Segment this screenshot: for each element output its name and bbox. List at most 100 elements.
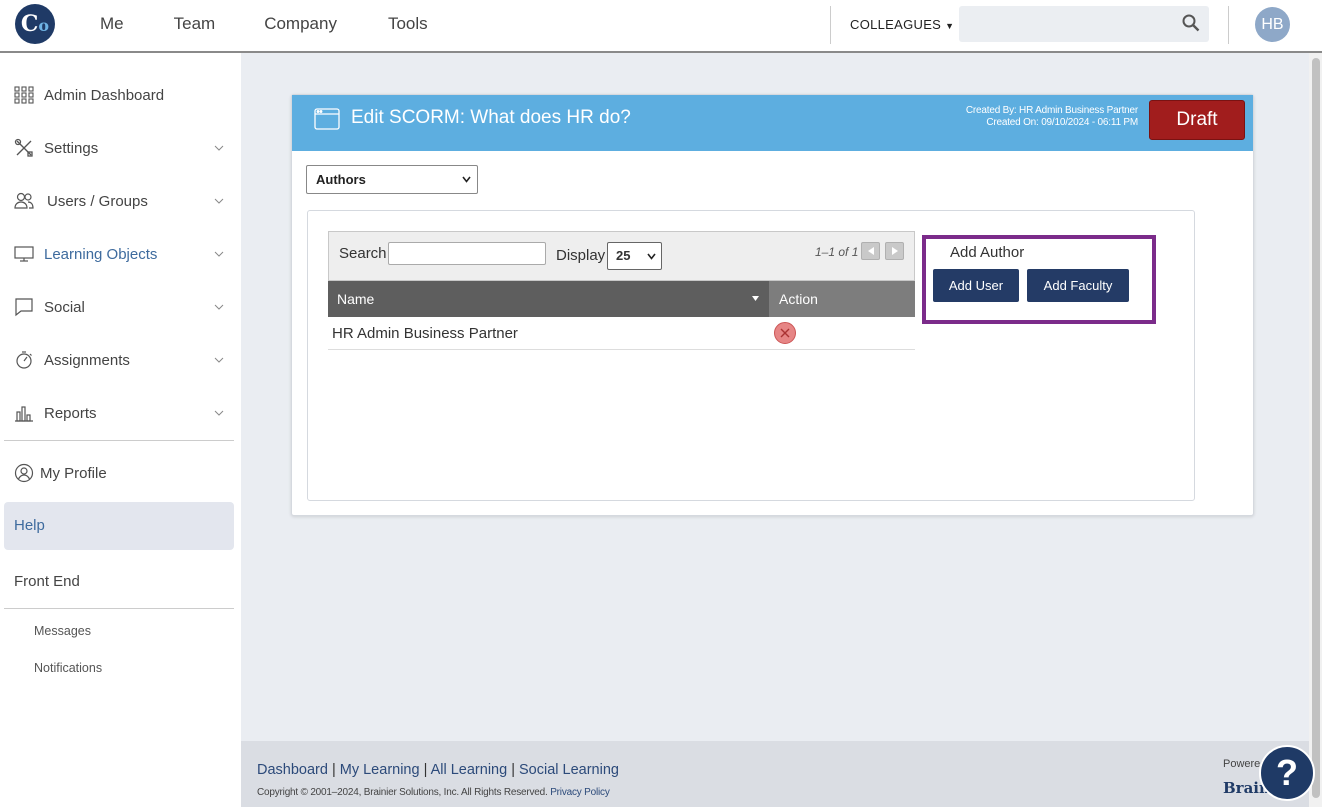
draft-status-button[interactable]: Draft: [1149, 100, 1245, 140]
pager-prev-button[interactable]: [861, 242, 880, 260]
remove-author-button[interactable]: [774, 322, 796, 344]
sidebar-item-label: Assignments: [44, 351, 130, 369]
page-footer: Dashboard | My Learning | All Learning |…: [241, 741, 1309, 807]
footer-link-dashboard[interactable]: Dashboard: [257, 762, 328, 778]
sidebar-item-settings[interactable]: Settings: [14, 133, 226, 163]
sidebar-item-messages[interactable]: Messages: [34, 624, 91, 638]
sidebar-item-assignments[interactable]: Assignments: [14, 345, 226, 375]
footer-link-social-learning[interactable]: Social Learning: [519, 762, 619, 778]
colleagues-label: COLLEAGUES: [850, 17, 942, 32]
bar-chart-icon: [15, 406, 33, 422]
sidebar-item-label: My Profile: [40, 464, 107, 482]
brand-logo[interactable]: Co: [15, 4, 55, 44]
footer-link-all-learning[interactable]: All Learning: [431, 762, 508, 778]
scrollbar-thumb[interactable]: [1312, 58, 1320, 798]
pager-status: 1–1 of 1: [815, 245, 859, 259]
privacy-policy-link[interactable]: Privacy Policy: [550, 787, 610, 798]
sidebar-item-label: Social: [44, 298, 85, 316]
caret-down-icon: ▼: [945, 21, 955, 31]
column-header-action: Action: [769, 281, 915, 317]
column-header-name[interactable]: Name: [328, 281, 769, 317]
sidebar-item-notifications[interactable]: Notifications: [34, 661, 102, 675]
sidebar: Admin Dashboard Settings Users / Groups …: [0, 53, 241, 807]
chevron-down-icon: [214, 357, 224, 363]
chevron-down-icon: [214, 251, 224, 257]
triangle-right-icon: [892, 247, 898, 255]
avatar[interactable]: HB: [1255, 7, 1290, 42]
sidebar-item-reports[interactable]: Reports: [14, 398, 226, 428]
nav-company[interactable]: Company: [264, 0, 337, 50]
nav-me[interactable]: Me: [100, 0, 124, 50]
nav-tools[interactable]: Tools: [388, 0, 428, 50]
sidebar-item-users-groups[interactable]: Users / Groups: [14, 186, 226, 216]
column-header-name-label: Name: [337, 291, 375, 307]
colleagues-dropdown[interactable]: COLLEAGUES ▼: [850, 17, 954, 32]
sidebar-item-label: Users / Groups: [47, 192, 148, 210]
nav-divider: [830, 6, 831, 44]
sort-down-icon: [752, 296, 759, 301]
sidebar-item-label: Reports: [44, 404, 97, 422]
sidebar-item-front-end[interactable]: Front End: [14, 573, 80, 590]
separator: |: [327, 762, 340, 778]
add-faculty-button[interactable]: Add Faculty: [1027, 269, 1129, 302]
created-meta: Created By: HR Admin Business Partner Cr…: [966, 105, 1138, 129]
users-icon: [14, 192, 34, 209]
created-on: Created On: 09/10/2024 - 06:11 PM: [986, 117, 1138, 128]
top-nav: Me Team Company Tools: [100, 0, 478, 50]
created-by: Created By: HR Admin Business Partner: [965, 105, 1138, 116]
sidebar-item-learning-objects[interactable]: Learning Objects: [14, 239, 226, 269]
top-navbar: Co Me Team Company Tools COLLEAGUES ▼ HB: [0, 0, 1322, 53]
display-label: Display: [556, 247, 606, 264]
separator: |: [507, 762, 519, 778]
close-icon: [780, 328, 790, 338]
chat-icon: [15, 298, 33, 317]
sidebar-divider: [4, 440, 234, 441]
sidebar-item-my-profile[interactable]: My Profile: [14, 458, 226, 488]
grid-search-label: Search: [339, 245, 387, 262]
grid-search-input[interactable]: [388, 242, 546, 265]
copyright-text: Copyright © 2001–2024, Brainier Solution…: [257, 787, 548, 798]
stopwatch-icon: [16, 351, 32, 369]
triangle-left-icon: [868, 247, 874, 255]
grid-icon: [14, 86, 34, 104]
section-select-value: Authors: [316, 172, 366, 187]
help-question-button[interactable]: ?: [1259, 745, 1315, 801]
chevron-down-icon: [462, 176, 471, 183]
monitor-icon: [14, 246, 34, 262]
section-select[interactable]: Authors: [306, 165, 478, 194]
chevron-down-icon: [214, 410, 224, 416]
copyright: Copyright © 2001–2024, Brainier Solution…: [257, 787, 610, 798]
chevron-down-icon: [214, 198, 224, 204]
pager-next-button[interactable]: [885, 242, 904, 260]
search-icon[interactable]: [1182, 14, 1200, 32]
nav-divider: [1228, 6, 1229, 44]
sidebar-item-label: Help: [14, 517, 45, 534]
separator: |: [419, 762, 431, 778]
sidebar-item-social[interactable]: Social: [14, 292, 226, 322]
sidebar-item-label: Learning Objects: [44, 245, 158, 263]
add-user-button[interactable]: Add User: [933, 269, 1019, 302]
table-row: HR Admin Business Partner: [328, 317, 915, 350]
add-author-heading: Add Author: [950, 244, 1025, 261]
authors-container: Search Display 25 1–1 of 1 Name Action H…: [307, 210, 1195, 501]
global-search-input[interactable]: [959, 6, 1209, 42]
author-name-cell: HR Admin Business Partner: [332, 325, 518, 342]
grid-header: Name Action: [328, 281, 915, 317]
panel-header: Edit SCORM: What does HR do? Created By:…: [292, 95, 1253, 151]
tools-icon: [14, 138, 33, 157]
display-count-select[interactable]: 25: [607, 242, 662, 270]
chevron-down-icon: [647, 253, 656, 260]
sidebar-item-label: Settings: [44, 139, 99, 157]
add-author-panel: Add Author Add User Add Faculty: [922, 235, 1156, 324]
chevron-down-icon: [214, 145, 224, 151]
sidebar-item-admin-dashboard[interactable]: Admin Dashboard: [14, 80, 226, 110]
browser-window-icon: [314, 108, 340, 130]
edit-scorm-panel: Edit SCORM: What does HR do? Created By:…: [291, 94, 1254, 516]
sidebar-item-help[interactable]: Help: [4, 502, 234, 550]
nav-team[interactable]: Team: [174, 0, 216, 50]
sidebar-item-label: Admin Dashboard: [44, 86, 165, 104]
footer-links: Dashboard | My Learning | All Learning |…: [257, 762, 619, 778]
page-title: Edit SCORM: What does HR do?: [351, 107, 631, 128]
footer-link-my-learning[interactable]: My Learning: [340, 762, 420, 778]
page-scrollbar[interactable]: [1309, 53, 1322, 807]
